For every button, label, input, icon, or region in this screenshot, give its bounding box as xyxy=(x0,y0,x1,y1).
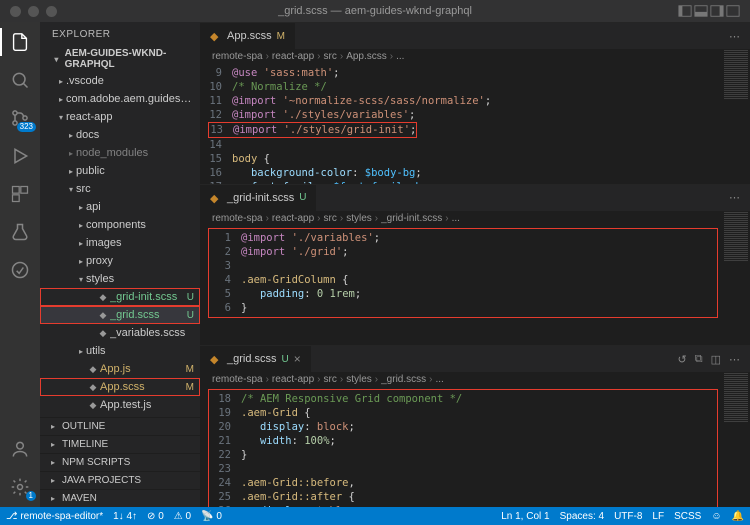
titlebar: _grid.scss — aem-guides-wknd-graphql xyxy=(0,0,750,22)
folder-item[interactable]: ▾react-app xyxy=(40,108,200,126)
folder-item[interactable]: ▸docs xyxy=(40,126,200,144)
file-item[interactable]: ◆_grid-init.scssU xyxy=(40,288,200,306)
layout-controls[interactable] xyxy=(678,4,740,18)
file-item[interactable]: ◆App.jsM xyxy=(40,360,200,378)
tab-git-status: M xyxy=(277,31,285,42)
code-content[interactable]: 18/* AEM Responsive Grid component */19.… xyxy=(208,389,718,507)
minimap[interactable] xyxy=(722,49,750,184)
folder-item[interactable]: ▸components xyxy=(40,216,200,234)
activity-bar: 323 1 xyxy=(0,22,40,507)
cursor-position[interactable]: Ln 1, Col 1 xyxy=(501,511,549,522)
file-item[interactable]: ◆App.scssM xyxy=(40,378,200,396)
folder-item[interactable]: ▸node_modules xyxy=(40,144,200,162)
explorer-title: EXPLORER xyxy=(40,22,200,46)
scss-file-icon: ◆ xyxy=(210,30,222,42)
aem-icon[interactable] xyxy=(8,258,32,282)
file-item[interactable]: ◆App.test.js xyxy=(40,396,200,414)
window-controls[interactable] xyxy=(10,6,57,17)
feedback-icon[interactable]: ☺ xyxy=(711,511,721,522)
more-icon[interactable]: ⋯ xyxy=(729,353,740,366)
panel-npm-scripts[interactable]: ▸NPM SCRIPTS xyxy=(40,453,200,471)
test-icon[interactable] xyxy=(8,220,32,244)
scss-file-icon: ◆ xyxy=(210,192,222,204)
more-icon[interactable]: ⋯ xyxy=(729,30,740,43)
tab-title: App.scss xyxy=(227,30,272,42)
more-icon[interactable]: ⋯ xyxy=(729,191,740,204)
sync-status[interactable]: 1↓ 4↑ xyxy=(113,511,137,522)
folder-item[interactable]: ▾styles xyxy=(40,270,200,288)
tab-bar: ◆ _grid-init.scss U ⋯ xyxy=(200,185,750,211)
split-icon[interactable]: ◫ xyxy=(711,353,721,366)
search-icon[interactable] xyxy=(8,68,32,92)
editor-tab[interactable]: ◆ _grid.scss U × xyxy=(200,346,312,372)
tab-title: _grid-init.scss xyxy=(227,192,294,204)
minimap[interactable] xyxy=(722,211,750,346)
port-count[interactable]: 📡 0 xyxy=(201,511,222,522)
tab-title: _grid.scss xyxy=(227,353,277,365)
project-header[interactable]: ▾AEM-GUIDES-WKND-GRAPHQL xyxy=(40,46,200,72)
scm-icon[interactable]: 323 xyxy=(8,106,32,130)
account-icon[interactable] xyxy=(8,437,32,461)
breadcrumb[interactable]: remote-spa›react-app›src›styles›_grid-in… xyxy=(200,211,750,226)
folder-item[interactable]: ▸.vscode xyxy=(40,72,200,90)
diff-icon[interactable]: ⧉ xyxy=(695,353,703,366)
panel-java-projects[interactable]: ▸JAVA PROJECTS xyxy=(40,471,200,489)
editor-area: ◆ App.scss M ⋯remote-spa›react-app›src›A… xyxy=(200,22,750,507)
sidebar: EXPLORER ▾AEM-GUIDES-WKND-GRAPHQL ▸.vsco… xyxy=(40,22,200,507)
tab-git-status: U xyxy=(299,192,306,203)
folder-item[interactable]: ▸utils xyxy=(40,342,200,360)
file-item[interactable]: ◆_grid.scssU xyxy=(40,306,200,324)
file-tree: ▸.vscode▸com.adobe.aem.guides.wkn...▾rea… xyxy=(40,72,200,417)
debug-icon[interactable] xyxy=(8,144,32,168)
eol[interactable]: LF xyxy=(652,511,664,522)
warning-count[interactable]: ⚠ 0 xyxy=(174,511,191,522)
folder-item[interactable]: ▸images xyxy=(40,234,200,252)
file-item[interactable]: ◆_variables.scss xyxy=(40,324,200,342)
encoding[interactable]: UTF-8 xyxy=(614,511,642,522)
code-content[interactable]: 9@use 'sass:math';10/* Normalize */11@im… xyxy=(200,64,750,184)
gear-badge: 1 xyxy=(26,491,36,501)
panel-maven[interactable]: ▸MAVEN xyxy=(40,489,200,507)
folder-item[interactable]: ▸com.adobe.aem.guides.wkn... xyxy=(40,90,200,108)
code-content[interactable]: 1@import './variables';2@import './grid'… xyxy=(208,228,718,318)
window-title: _grid.scss — aem-guides-wknd-graphql xyxy=(278,5,472,17)
panel-timeline[interactable]: ▸TIMELINE xyxy=(40,435,200,453)
status-bar: ⎇ remote-spa-editor* 1↓ 4↑ ⊘ 0 ⚠ 0 📡 0 L… xyxy=(0,507,750,525)
extensions-icon[interactable] xyxy=(8,182,32,206)
editor-tab[interactable]: ◆ _grid-init.scss U xyxy=(200,185,317,211)
notifications-icon[interactable]: 🔔 xyxy=(732,511,744,522)
history-icon[interactable]: ↺ xyxy=(678,353,687,366)
editor-tab[interactable]: ◆ App.scss M xyxy=(200,23,296,49)
minimap[interactable] xyxy=(722,372,750,507)
breadcrumb[interactable]: remote-spa›react-app›src›styles›_grid.sc… xyxy=(200,372,750,387)
close-icon[interactable]: × xyxy=(294,352,301,366)
panel-outline[interactable]: ▸OUTLINE xyxy=(40,417,200,435)
tab-bar: ◆ App.scss M ⋯ xyxy=(200,23,750,49)
folder-item[interactable]: ▸api xyxy=(40,198,200,216)
explorer-icon[interactable] xyxy=(8,30,32,54)
indentation[interactable]: Spaces: 4 xyxy=(560,511,604,522)
remote-indicator[interactable]: ⎇ remote-spa-editor* xyxy=(6,511,103,522)
folder-item[interactable]: ▸public xyxy=(40,162,200,180)
tab-git-status: U xyxy=(282,354,289,365)
breadcrumb[interactable]: remote-spa›react-app›src›App.scss›... xyxy=(200,49,750,64)
language-mode[interactable]: SCSS xyxy=(674,511,701,522)
folder-item[interactable]: ▸proxy xyxy=(40,252,200,270)
folder-item[interactable]: ▾src xyxy=(40,180,200,198)
tab-bar: ◆ _grid.scss U × ↺ ⧉ ◫ ⋯ xyxy=(200,346,750,372)
scm-badge: 323 xyxy=(17,122,36,132)
error-count[interactable]: ⊘ 0 xyxy=(147,511,164,522)
scss-file-icon: ◆ xyxy=(210,353,222,365)
gear-icon[interactable]: 1 xyxy=(8,475,32,499)
